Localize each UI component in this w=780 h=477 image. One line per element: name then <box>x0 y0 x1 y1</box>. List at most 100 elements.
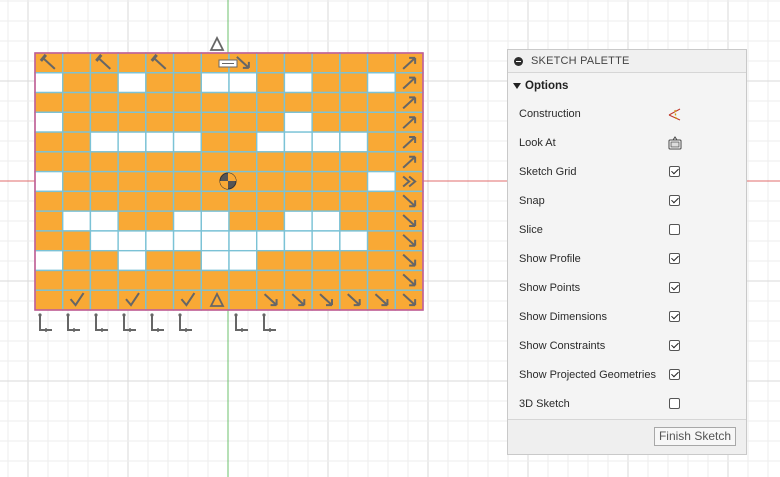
profile-cell <box>62 190 92 212</box>
show-profile-checkbox[interactable] <box>669 253 680 264</box>
option-slice[interactable]: Slice <box>508 215 746 244</box>
option-show-dimensions[interactable]: Show Dimensions <box>508 302 746 331</box>
profile-cell <box>200 131 230 153</box>
origin-icon[interactable] <box>219 172 237 190</box>
3d-sketch-checkbox[interactable] <box>669 398 680 409</box>
palette-header[interactable]: SKETCH PALETTE <box>508 50 746 73</box>
profile-cell <box>89 91 119 114</box>
open-cell <box>34 72 64 94</box>
palette-footer: Finish Sketch <box>508 419 746 454</box>
profile-cell <box>172 111 202 133</box>
option-show-points[interactable]: Show Points <box>508 273 746 302</box>
profile-cell <box>228 210 258 232</box>
option-construction[interactable]: Construction <box>508 99 746 128</box>
open-cell <box>283 230 313 252</box>
profile-cell <box>256 269 286 291</box>
horizontal-constraint-icon <box>218 59 238 68</box>
open-cell <box>366 72 396 94</box>
open-cell <box>228 230 258 252</box>
show-dimensions-checkbox[interactable] <box>669 311 680 322</box>
profile-cell <box>256 170 286 193</box>
snap-checkbox[interactable] <box>669 195 680 206</box>
profile-cell <box>200 91 230 114</box>
profile-cell <box>366 249 396 272</box>
open-cell <box>311 131 341 153</box>
profile-cell <box>89 111 119 133</box>
show-constraints-checkbox[interactable] <box>669 340 680 351</box>
profile-cell <box>62 91 92 114</box>
profile-cell <box>62 170 92 193</box>
profile-cell <box>117 210 147 232</box>
profile-cell <box>34 289 64 311</box>
dimension-markers <box>38 313 276 332</box>
option-3d-sketch[interactable]: 3D Sketch <box>508 389 746 418</box>
profile-cell <box>172 249 202 272</box>
profile-cell <box>311 190 341 212</box>
profile-cell <box>62 111 92 133</box>
construction-icon[interactable] <box>667 106 683 122</box>
options-section-header[interactable]: Options <box>508 73 746 99</box>
open-cell <box>117 230 147 252</box>
profile-cell <box>366 131 396 153</box>
option-sketch-grid[interactable]: Sketch Grid <box>508 157 746 186</box>
profile-cell <box>339 170 369 193</box>
options-list: Construction Look At Sketch Grid Snap Sl… <box>508 99 746 418</box>
option-snap[interactable]: Snap <box>508 186 746 215</box>
palette-title: SKETCH PALETTE <box>531 55 630 67</box>
slice-checkbox[interactable] <box>669 224 680 235</box>
option-show-profile[interactable]: Show Profile <box>508 244 746 273</box>
profile-cell <box>34 131 64 153</box>
show-points-checkbox[interactable] <box>669 282 680 293</box>
open-cell <box>339 230 369 252</box>
profile-cell <box>89 170 119 193</box>
open-cell <box>228 72 258 94</box>
profile-cell <box>145 289 175 311</box>
finish-sketch-button[interactable]: Finish Sketch <box>653 427 736 446</box>
open-cell <box>283 210 313 232</box>
profile-cell <box>172 190 202 212</box>
profile-cell <box>339 52 369 74</box>
profile-cell <box>256 151 286 173</box>
profile-cell <box>62 72 92 94</box>
open-cell <box>256 131 286 153</box>
profile-cell <box>172 91 202 114</box>
profile-cell <box>145 249 175 272</box>
option-show-constraints[interactable]: Show Constraints <box>508 331 746 360</box>
profile-cell <box>366 91 396 114</box>
open-cell <box>283 72 313 94</box>
fix-constraint-icon <box>150 313 164 332</box>
profile-cell <box>89 289 119 311</box>
profile-cell <box>311 72 341 94</box>
look-at-icon[interactable] <box>667 135 683 151</box>
profile-cell <box>117 289 147 311</box>
sketch-grid-checkbox[interactable] <box>669 166 680 177</box>
profile-cell <box>339 210 369 232</box>
profile-cell <box>311 52 341 74</box>
open-cell <box>145 230 175 252</box>
option-look-at[interactable]: Look At <box>508 128 746 157</box>
open-cell <box>117 249 147 272</box>
profile-cell <box>117 111 147 133</box>
profile-cell <box>62 151 92 173</box>
profile-cell <box>311 111 341 133</box>
open-cell <box>117 72 147 94</box>
open-cell <box>228 249 258 272</box>
profile-cell <box>366 230 396 252</box>
profile-cell <box>145 170 175 193</box>
profile-cell <box>366 269 396 291</box>
profile-cell <box>366 190 396 212</box>
collapse-icon[interactable] <box>514 56 523 66</box>
open-cell <box>283 131 313 153</box>
show-projected-geometries-checkbox[interactable] <box>669 369 680 380</box>
triangle-down-icon <box>513 83 521 89</box>
profile-cell <box>256 52 286 74</box>
option-show-projected-geometries[interactable]: Show Projected Geometries <box>508 360 746 389</box>
profile-cell <box>145 91 175 114</box>
profile-cell <box>283 269 313 291</box>
profile-cell <box>283 151 313 173</box>
profile-cell <box>172 269 202 291</box>
open-cell <box>200 249 230 272</box>
open-cell <box>34 249 64 272</box>
open-cell <box>34 111 64 133</box>
fix-constraint-icon <box>262 313 276 332</box>
